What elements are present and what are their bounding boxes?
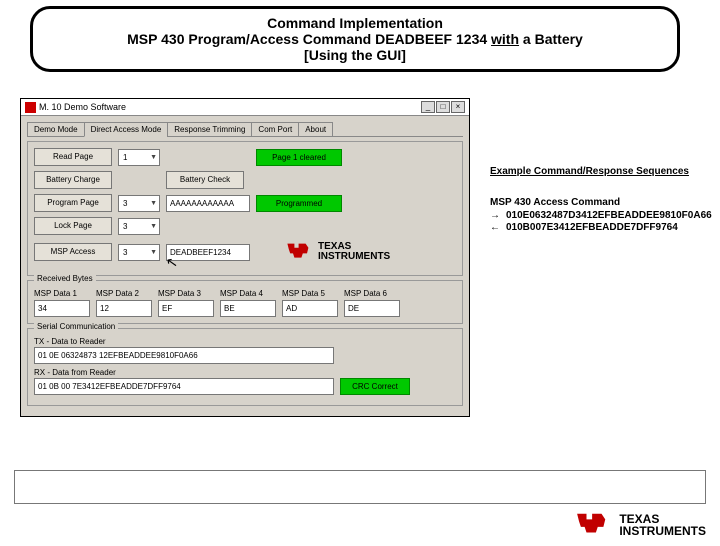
seq-out: 010E0632487D3412EFBEADDEE9810F0A66 [506, 210, 712, 221]
rx-input[interactable]: 01 0B 00 7E3412EFBEADDE7DFF9764 [34, 378, 334, 395]
ti-logo-footer: TEXAS INSTRUMENTS [575, 510, 706, 540]
read-page-button[interactable]: Read Page [34, 148, 112, 166]
msp-access-input[interactable]: DEADBEEF1234 [166, 244, 250, 261]
serial-comm-fieldset: Serial Communication TX - Data to Reader… [27, 328, 463, 406]
byte-value[interactable]: 12 [96, 300, 152, 317]
title-line-2: MSP 430 Program/Access Command DEADBEEF … [45, 31, 665, 47]
tab-direct-access[interactable]: Direct Access Mode [84, 122, 169, 137]
title-line-1: Command Implementation [45, 15, 665, 31]
arrow-left-icon: ← [490, 222, 500, 233]
lock-page-button[interactable]: Lock Page [34, 217, 112, 235]
received-bytes-legend: Received Bytes [34, 274, 96, 283]
title-with: with [491, 31, 519, 47]
minimize-button[interactable]: _ [421, 101, 435, 113]
byte-label: MSP Data 5 [282, 289, 338, 298]
byte-value[interactable]: AD [282, 300, 338, 317]
slide-title-box: Command Implementation MSP 430 Program/A… [30, 6, 680, 72]
seq-in: 010B007E3412EFBEADDE7DFF9764 [506, 222, 678, 233]
program-page-button[interactable]: Program Page [34, 194, 112, 212]
title-suffix: a Battery [519, 31, 583, 47]
msp-access-combo[interactable]: 3▼ [118, 244, 160, 261]
tab-strip: Demo Mode Direct Access Mode Response Tr… [27, 122, 463, 137]
program-page-combo[interactable]: 3▼ [118, 195, 160, 212]
arrow-right-icon: → [490, 210, 500, 221]
byte-label: MSP Data 6 [344, 289, 400, 298]
ti-brand-bot: INSTRUMENTS [318, 252, 390, 262]
ti-chip-icon [575, 510, 613, 540]
gui-window: M. 10 Demo Software _ □ × Demo Mode Dire… [20, 98, 470, 417]
tx-input[interactable]: 01 0E 06324873 12EFBEADDEE9810F0A66 [34, 347, 334, 364]
program-page-input[interactable]: AAAAAAAAAAAA [166, 195, 250, 212]
byte-value[interactable]: BE [220, 300, 276, 317]
crc-status: CRC Correct [340, 378, 410, 395]
battery-charge-button[interactable]: Battery Charge [34, 171, 112, 189]
byte-value[interactable]: 34 [34, 300, 90, 317]
maximize-button[interactable]: □ [436, 101, 450, 113]
ti-chip-icon [286, 240, 314, 264]
app-icon [25, 102, 36, 113]
tab-com-port[interactable]: Com Port [251, 122, 299, 137]
titlebar: M. 10 Demo Software _ □ × [21, 99, 469, 116]
example-heading: Example Command/Response Sequences [490, 166, 710, 177]
example-sequences: Example Command/Response Sequences MSP 4… [490, 166, 710, 234]
seq-title: MSP 430 Access Command [490, 197, 710, 208]
serial-comm-legend: Serial Communication [34, 322, 118, 331]
window-title: M. 10 Demo Software [39, 102, 126, 112]
read-page-combo[interactable]: 1▼ [118, 149, 160, 166]
commands-panel: Read Page 1▼ Page 1 cleared Battery Char… [27, 141, 463, 276]
rx-label: RX - Data from Reader [34, 368, 456, 377]
byte-label: MSP Data 2 [96, 289, 152, 298]
byte-label: MSP Data 3 [158, 289, 214, 298]
msp-access-button[interactable]: MSP Access [34, 243, 112, 261]
ti-logo-inline: TEXAS INSTRUMENTS [286, 240, 390, 264]
byte-label: MSP Data 4 [220, 289, 276, 298]
close-button[interactable]: × [451, 101, 465, 113]
chevron-down-icon: ▼ [150, 200, 157, 207]
tab-about[interactable]: About [298, 122, 333, 137]
chevron-down-icon: ▼ [150, 223, 157, 230]
footer-strip [14, 470, 706, 504]
tab-demo-mode[interactable]: Demo Mode [27, 122, 85, 137]
battery-check-button[interactable]: Battery Check [166, 171, 244, 189]
title-prefix: MSP 430 Program/Access Command DEADBEEF … [127, 31, 491, 47]
received-bytes-fieldset: Received Bytes MSP Data 134 MSP Data 212… [27, 280, 463, 324]
chevron-down-icon: ▼ [150, 154, 157, 161]
byte-value[interactable]: EF [158, 300, 214, 317]
tx-label: TX - Data to Reader [34, 337, 456, 346]
lock-page-combo[interactable]: 3▼ [118, 218, 160, 235]
tab-response-trimming[interactable]: Response Trimming [167, 122, 252, 137]
program-page-status: Programmed [256, 195, 342, 212]
byte-label: MSP Data 1 [34, 289, 90, 298]
title-line-3: [Using the GUI] [45, 47, 665, 63]
ti-brand-bot: INSTRUMENTS [619, 525, 706, 537]
chevron-down-icon: ▼ [150, 249, 157, 256]
byte-value[interactable]: DE [344, 300, 400, 317]
read-page-status: Page 1 cleared [256, 149, 342, 166]
